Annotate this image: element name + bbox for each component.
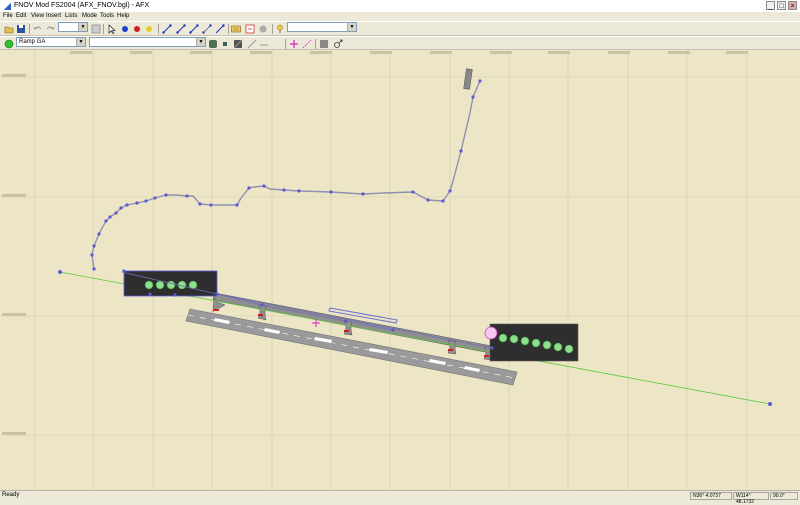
ramp-color-icon [4,39,14,49]
undo-icon[interactable] [33,24,43,34]
property-icon[interactable] [91,24,101,34]
toolbar-separator [272,24,273,34]
select-icon[interactable] [107,24,117,34]
menu-help[interactable]: Help [117,12,129,21]
apron-icon[interactable] [208,39,218,49]
save-icon[interactable] [16,24,26,34]
hatch-icon[interactable] [233,39,243,49]
app-icon [3,2,11,10]
map-canvas[interactable] [0,50,800,490]
redo-icon[interactable] [45,24,55,34]
taxi-path-north[interactable] [91,80,481,270]
menu-insert[interactable]: Insert [46,12,61,21]
pointer-icon[interactable] [275,24,285,34]
window-title: FNOV Mod FS2004 (AFX_FNOV.bgl) - AFX [14,2,150,9]
link-icon[interactable] [162,24,172,34]
menu-mode[interactable]: Mode [82,12,97,21]
object-icon[interactable] [258,24,268,34]
menu-bar: File Edit View Insert Lists Mode Tools H… [0,12,800,21]
tag-icon[interactable] [245,24,255,34]
toolbar-separator [228,24,229,34]
toolbar-separator [29,24,30,34]
gender-icon[interactable] [333,39,343,49]
zoom-readout: 90.0° [770,492,798,500]
close-button[interactable]: × [788,1,797,10]
secondary-toolbar: Ramp GA ▼ ▼ [0,36,800,50]
status-bar: Ready N36° 4.0737 W114° 48.1732 90.0° [0,490,800,505]
open-icon[interactable] [4,24,14,34]
map-drawing[interactable] [0,50,800,490]
gray-square-icon[interactable] [319,39,329,49]
link-icon[interactable] [189,24,199,34]
red-point-icon[interactable] [132,24,142,34]
line-icon[interactable] [247,39,257,49]
crosshair-icon[interactable] [289,39,299,49]
object-selector[interactable]: ▼ [58,22,88,32]
menu-file[interactable]: File [3,12,13,21]
vector-icon[interactable] [302,39,312,49]
toolbar-separator [315,39,316,49]
ramp-selector[interactable]: Ramp GA ▼ [16,37,86,47]
menu-lists[interactable]: Lists [65,12,77,21]
link-icon[interactable] [176,24,186,34]
toolbar-separator [158,24,159,34]
blue-point-icon[interactable] [120,24,130,34]
longitude-readout: W114° 48.1732 [733,492,769,505]
main-toolbar: ▼ ▼ [0,21,800,36]
minimize-button[interactable]: _ [766,1,775,10]
centerline-node[interactable] [768,402,772,406]
grid-icon[interactable] [231,24,241,34]
centerline-node[interactable] [58,270,62,274]
hold-pad[interactable] [463,68,473,90]
link-icon[interactable] [202,24,212,34]
map-grid [0,50,800,490]
menu-edit[interactable]: Edit [16,12,26,21]
maximize-button[interactable]: □ [777,1,786,10]
layer-selector[interactable]: ▼ [287,22,357,32]
toolbar-separator [103,24,104,34]
grid-labels [2,51,748,435]
link-icon[interactable] [215,24,225,34]
latitude-readout: N36° 4.0737 [690,492,732,500]
menu-tools[interactable]: Tools [100,12,114,21]
small-square-icon[interactable] [220,39,230,49]
selected-parking-spot[interactable] [484,326,498,340]
yellow-point-icon[interactable] [144,24,154,34]
parking-selector[interactable]: ▼ [89,37,206,47]
toolbar-separator [285,39,286,49]
dash-icon[interactable] [259,39,269,49]
status-text: Ready [2,492,20,498]
menu-view[interactable]: View [31,12,44,21]
ramp-selector-value: Ramp GA [19,39,46,45]
